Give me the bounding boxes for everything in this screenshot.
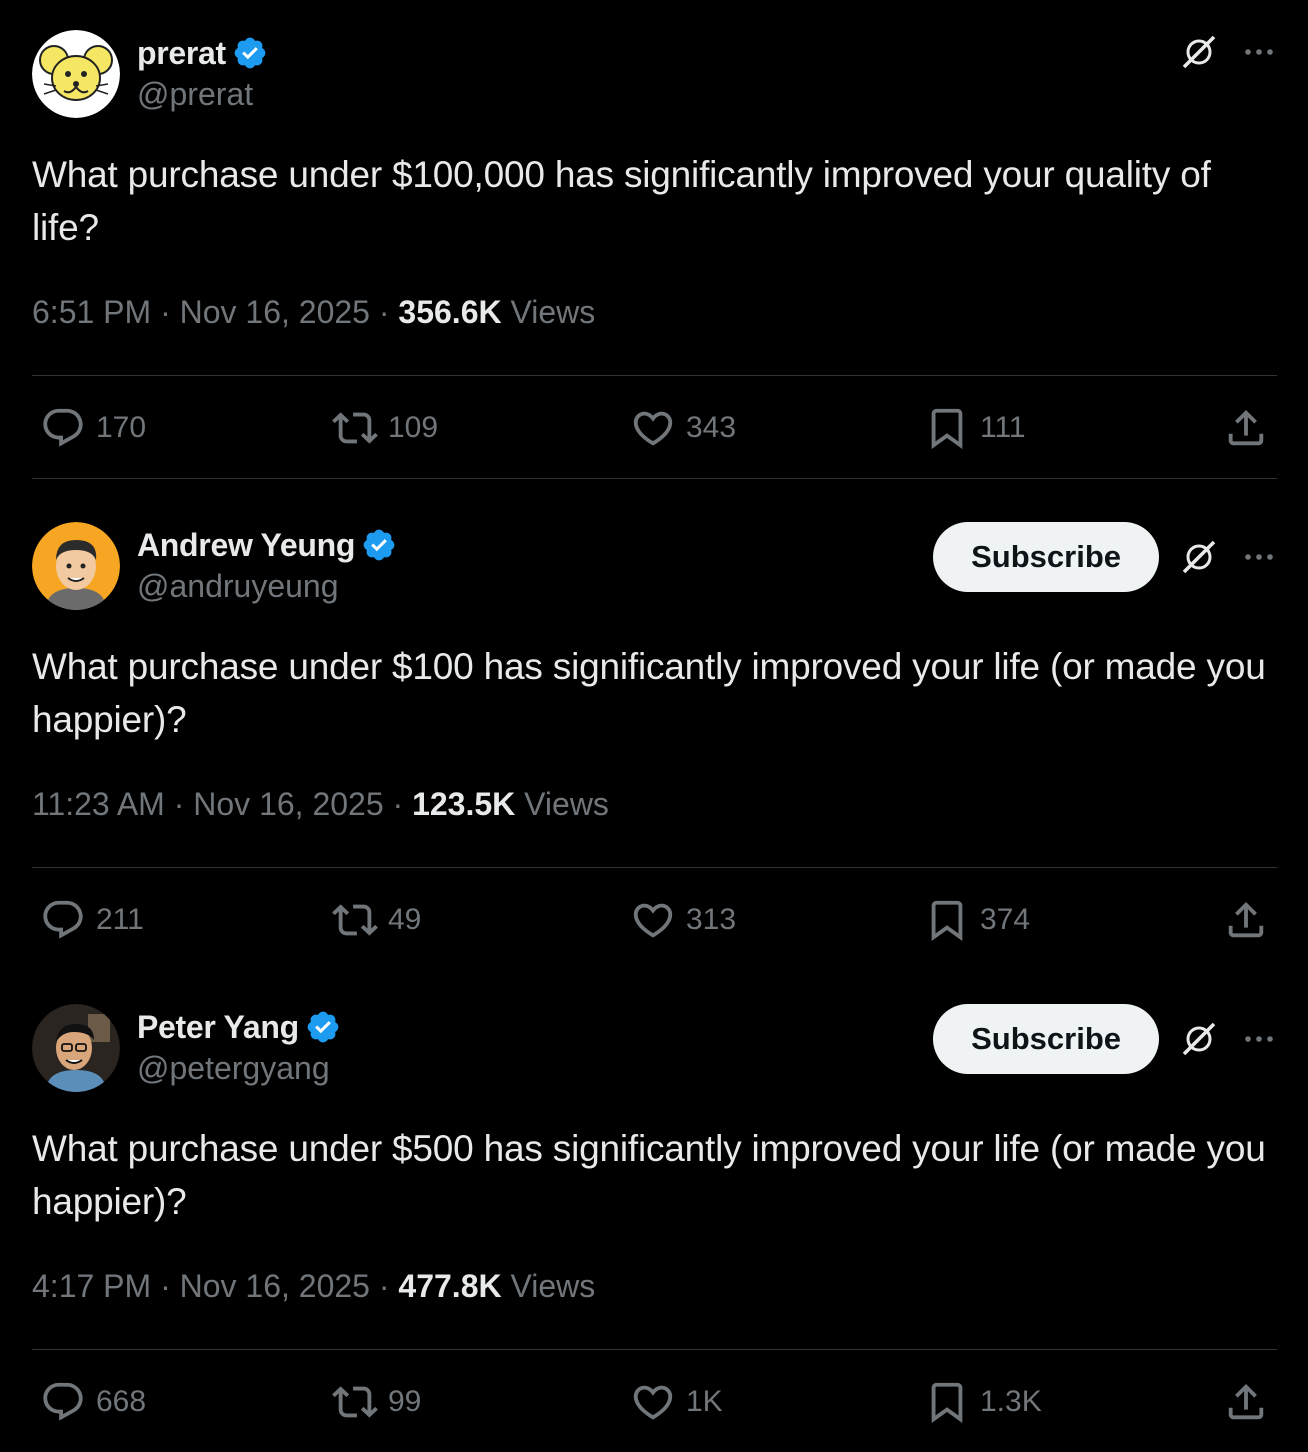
reply-button[interactable]: 211 [40, 892, 144, 948]
timestamp[interactable]: 6:51 PM [32, 294, 151, 330]
handle[interactable]: @prerat [137, 76, 253, 113]
views-count: 477.8K [398, 1268, 502, 1304]
subscribe-button[interactable]: Subscribe [933, 1004, 1159, 1074]
handle[interactable]: @andruyeung [137, 568, 339, 605]
bookmark-icon [931, 1382, 963, 1423]
tweet-meta: 4:17 PM · Nov 16, 2025 · 477.8K Views [32, 1268, 596, 1304]
verified-badge-icon [234, 37, 266, 69]
avatar[interactable] [32, 522, 120, 610]
like-icon [633, 1385, 673, 1420]
like-button[interactable]: 313 [630, 892, 736, 948]
repost-count: 109 [388, 411, 439, 444]
repost-button[interactable]: 49 [332, 892, 421, 948]
tweet-text: What purchase under $500 has significant… [32, 1128, 1266, 1222]
views-label: Views [524, 786, 609, 822]
share-icon [1228, 409, 1264, 446]
share-icon [1228, 1383, 1264, 1420]
tweet-meta: 11:23 AM · Nov 16, 2025 · 123.5K Views [32, 786, 609, 822]
bookmark-icon [931, 408, 963, 449]
share-button[interactable] [1223, 400, 1269, 456]
timestamp[interactable]: 11:23 AM [32, 786, 165, 822]
repost-button[interactable]: 99 [332, 1374, 421, 1430]
avatar[interactable] [32, 1004, 120, 1092]
like-count: 313 [686, 903, 737, 936]
action-bar: 668 99 1K 1.3K [32, 1374, 1277, 1430]
repost-count: 99 [388, 1385, 422, 1418]
reply-button[interactable]: 170 [40, 400, 146, 456]
views-label: Views [510, 294, 596, 330]
display-name[interactable]: prerat [137, 35, 226, 72]
bookmark-count: 111 [980, 411, 1026, 444]
more-icon[interactable] [1241, 539, 1277, 575]
like-button[interactable]: 1K [630, 1374, 723, 1430]
reply-count: 668 [96, 1385, 147, 1418]
repost-icon [332, 904, 378, 936]
reply-count: 170 [96, 411, 147, 444]
action-bar: 211 49 313 374 [32, 892, 1277, 948]
views-count: 356.6K [398, 294, 502, 330]
tweet-meta: 6:51 PM · Nov 16, 2025 · 356.6K Views [32, 294, 596, 330]
verified-badge-icon [307, 1011, 339, 1043]
bookmark-button[interactable]: 111 [924, 400, 1026, 456]
display-name[interactable]: Andrew Yeung [137, 527, 355, 564]
bookmark-button[interactable]: 374 [924, 892, 1030, 948]
date[interactable]: Nov 16, 2025 [180, 1268, 370, 1304]
bookmark-count: 1.3K [980, 1385, 1042, 1418]
grok-icon[interactable] [1179, 537, 1219, 577]
like-button[interactable]: 343 [630, 400, 736, 456]
divider [32, 375, 1277, 376]
reply-icon [43, 408, 83, 447]
date[interactable]: Nov 16, 2025 [180, 294, 370, 330]
reply-count: 211 [96, 903, 144, 936]
bookmark-icon [931, 900, 963, 941]
views-count: 123.5K [412, 786, 516, 822]
like-count: 1K [686, 1385, 723, 1418]
date[interactable]: Nov 16, 2025 [193, 786, 383, 822]
repost-count: 49 [388, 903, 422, 936]
repost-button[interactable]: 109 [332, 400, 438, 456]
share-button[interactable] [1223, 892, 1269, 948]
grok-icon[interactable] [1179, 32, 1219, 72]
share-icon [1228, 901, 1264, 938]
tweet-text: What purchase under $100,000 has signifi… [32, 154, 1211, 248]
grok-icon[interactable] [1179, 1019, 1219, 1059]
reply-button[interactable]: 668 [40, 1374, 146, 1430]
action-bar: 170 109 343 111 [32, 400, 1277, 456]
like-icon [633, 411, 673, 446]
like-icon [633, 903, 673, 938]
bookmark-button[interactable]: 1.3K [924, 1374, 1042, 1430]
display-name[interactable]: Peter Yang [137, 1009, 299, 1046]
divider [32, 1349, 1277, 1350]
avatar[interactable] [32, 30, 120, 118]
reply-icon [43, 1382, 83, 1421]
share-button[interactable] [1223, 1374, 1269, 1430]
divider [32, 867, 1277, 868]
repost-icon [332, 1386, 378, 1418]
repost-icon [332, 412, 378, 444]
reply-icon [43, 900, 83, 939]
subscribe-button[interactable]: Subscribe [933, 522, 1159, 592]
more-icon[interactable] [1241, 1021, 1277, 1057]
views-label: Views [510, 1268, 596, 1304]
divider [32, 478, 1277, 479]
verified-badge-icon [363, 529, 395, 561]
like-count: 343 [686, 411, 737, 444]
timestamp[interactable]: 4:17 PM [32, 1268, 151, 1304]
tweet-text: What purchase under $100 has significant… [32, 646, 1266, 740]
handle[interactable]: @petergyang [137, 1050, 330, 1087]
more-icon[interactable] [1241, 34, 1277, 70]
bookmark-count: 374 [980, 903, 1031, 936]
